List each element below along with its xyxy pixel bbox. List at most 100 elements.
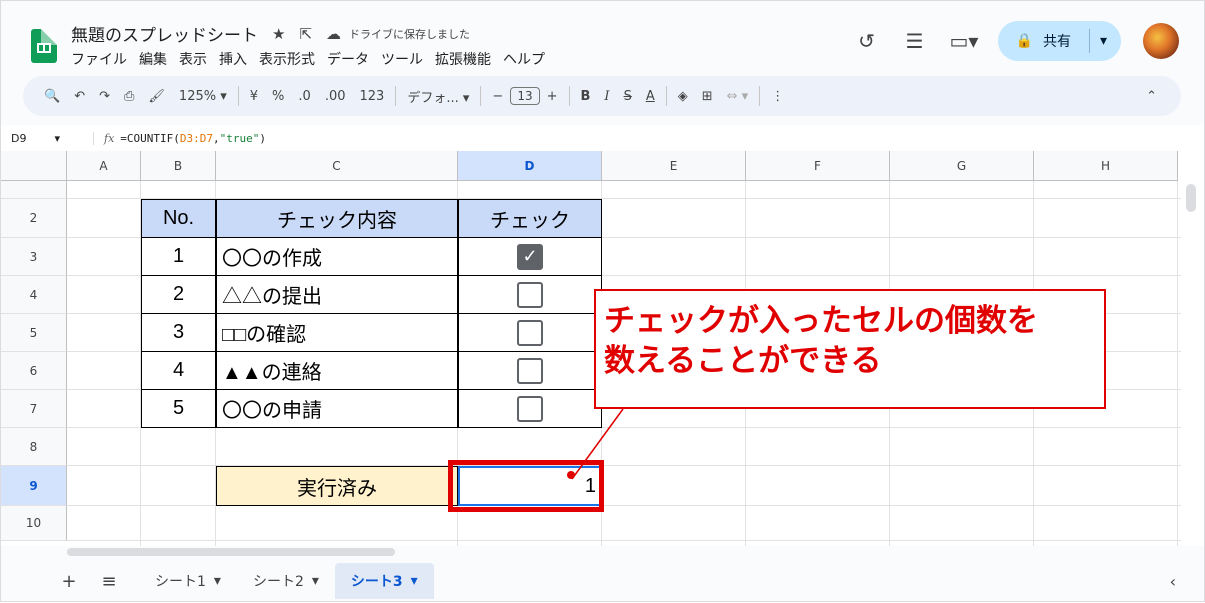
table-row-item[interactable]: □□の確認 — [216, 314, 458, 352]
zoom-select[interactable]: 125% ▾ — [172, 89, 234, 104]
menu-item[interactable]: ファイル — [71, 49, 127, 69]
menu-item[interactable]: 拡張機能 — [435, 49, 491, 69]
row-header-4[interactable]: 4 — [1, 276, 67, 314]
text-color-button[interactable]: A — [639, 89, 662, 104]
table-header-cell[interactable]: チェック — [458, 199, 602, 238]
table-row-item[interactable]: △△の提出 — [216, 276, 458, 314]
chevron-down-icon[interactable]: ▾ — [1100, 33, 1107, 49]
row-header-3[interactable]: 3 — [1, 238, 67, 276]
checkbox-unchecked[interactable] — [517, 395, 543, 422]
row-header-7[interactable]: 7 — [1, 390, 67, 428]
comments-icon[interactable]: ☰ — [902, 29, 928, 53]
table-row-number[interactable]: 1 — [141, 238, 216, 276]
meet-icon[interactable]: ▭▾ — [950, 29, 979, 53]
menu-item[interactable]: ヘルプ — [503, 49, 545, 69]
strikethrough-button[interactable]: S — [617, 89, 639, 104]
menu-item[interactable]: 表示形式 — [259, 49, 315, 69]
all-sheets-icon[interactable]: ≡ — [89, 571, 129, 592]
row-header-6[interactable]: 6 — [1, 352, 67, 390]
cloud-saved-icon[interactable]: ☁ — [326, 25, 341, 43]
done-label-cell[interactable]: 実行済み — [216, 466, 458, 506]
table-row-item[interactable]: 〇〇の作成 — [216, 238, 458, 276]
chevron-down-icon[interactable]: ▾ — [214, 573, 221, 589]
row-header-2[interactable]: 2 — [1, 199, 67, 238]
column-header-a[interactable]: A — [67, 151, 141, 181]
menu-item[interactable]: 表示 — [179, 49, 207, 69]
menu-item[interactable]: ツール — [381, 49, 423, 69]
table-row-number[interactable]: 4 — [141, 352, 216, 390]
font-size-increase-icon[interactable]: + — [540, 89, 565, 104]
row-header-1[interactable] — [1, 181, 67, 199]
menu-item[interactable]: 編集 — [139, 49, 167, 69]
table-row-check-cell[interactable]: ✓ — [458, 238, 602, 276]
table-row-item[interactable]: ▲▲の連絡 — [216, 352, 458, 390]
number-format-button[interactable]: 123 — [353, 89, 392, 104]
table-header-cell[interactable]: チェック内容 — [216, 199, 458, 238]
search-menus-icon[interactable]: 🔍 — [37, 89, 67, 104]
star-icon[interactable]: ★ — [272, 25, 285, 43]
sheet-tab[interactable]: シート2 ▾ — [237, 563, 335, 599]
font-size-input[interactable]: 13 — [510, 87, 540, 105]
table-row-check-cell[interactable] — [458, 276, 602, 314]
vertical-scrollbar[interactable] — [1186, 184, 1196, 212]
percent-button[interactable]: % — [265, 89, 291, 104]
menu-item[interactable]: データ — [327, 49, 369, 69]
checkbox-unchecked[interactable] — [517, 281, 543, 308]
table-row-check-cell[interactable] — [458, 314, 602, 352]
currency-button[interactable]: ¥ — [243, 89, 265, 104]
column-header-d[interactable]: D — [458, 151, 602, 181]
row-header-9[interactable]: 9 — [1, 466, 67, 506]
borders-icon[interactable]: ⊞ — [695, 89, 720, 104]
table-row-number[interactable]: 3 — [141, 314, 216, 352]
menu-item[interactable]: 挿入 — [219, 49, 247, 69]
scroll-tabs-left-icon[interactable]: ‹ — [1170, 572, 1176, 591]
doc-title[interactable]: 無題のスプレッドシート — [71, 21, 258, 46]
add-sheet-icon[interactable]: + — [49, 571, 89, 592]
table-row-check-cell[interactable] — [458, 352, 602, 390]
row-header-10[interactable]: 10 — [1, 506, 67, 541]
sheets-logo-icon[interactable] — [31, 29, 57, 63]
select-all-corner[interactable] — [1, 151, 67, 181]
font-select[interactable]: デフォ... ▾ — [400, 87, 476, 106]
row-header-5[interactable]: 5 — [1, 314, 67, 352]
table-row-check-cell[interactable] — [458, 390, 602, 428]
horizontal-scrollbar[interactable] — [67, 548, 395, 556]
merge-cells-icon[interactable]: ⇔ ▾ — [720, 89, 756, 104]
print-icon[interactable]: ⎙ — [117, 89, 141, 104]
table-row-number[interactable]: 2 — [141, 276, 216, 314]
font-size-decrease-icon[interactable]: − — [485, 89, 510, 104]
checkbox-checked[interactable]: ✓ — [517, 243, 543, 270]
table-header-cell[interactable]: No. — [141, 199, 216, 238]
move-folder-icon[interactable]: ⇱ — [299, 25, 312, 43]
increase-decimal-button[interactable]: .00 — [318, 89, 353, 104]
formula-input[interactable]: =COUNTIF(D3:D7,"true") — [120, 132, 266, 145]
table-row-number[interactable]: 5 — [141, 390, 216, 428]
sheet-tab[interactable]: シート3 ▾ — [334, 563, 434, 599]
redo-icon[interactable]: ↷ — [92, 89, 117, 104]
undo-icon[interactable]: ↶ — [67, 89, 92, 104]
table-row-item[interactable]: 〇〇の申請 — [216, 390, 458, 428]
column-header-h[interactable]: H — [1034, 151, 1178, 181]
sheet-tab[interactable]: シート1 ▾ — [139, 563, 237, 599]
decrease-decimal-button[interactable]: .0 — [291, 89, 317, 104]
avatar[interactable] — [1143, 23, 1179, 59]
row-header-8[interactable]: 8 — [1, 428, 67, 466]
column-header-g[interactable]: G — [890, 151, 1034, 181]
paint-format-icon[interactable]: 🖌 — [141, 89, 172, 104]
column-header-f[interactable]: F — [746, 151, 890, 181]
column-header-c[interactable]: C — [216, 151, 458, 181]
bold-button[interactable]: B — [574, 89, 598, 104]
more-options-icon[interactable]: ⋮ — [764, 89, 791, 104]
version-history-icon[interactable]: ↺ — [854, 29, 880, 53]
column-header-b[interactable]: B — [141, 151, 216, 181]
name-box[interactable]: D9 ▾ — [1, 132, 93, 145]
chevron-down-icon[interactable]: ▾ — [411, 573, 418, 589]
chevron-down-icon[interactable]: ▾ — [312, 573, 319, 589]
column-header-e[interactable]: E — [602, 151, 746, 181]
italic-button[interactable]: I — [597, 89, 616, 104]
collapse-toolbar-icon[interactable]: ⌃ — [1139, 89, 1167, 104]
checkbox-unchecked[interactable] — [517, 319, 543, 346]
checkbox-unchecked[interactable] — [517, 357, 543, 384]
share-button[interactable]: 🔒 共有 ▾ — [997, 21, 1121, 61]
fill-color-icon[interactable]: ◈ — [671, 89, 695, 104]
